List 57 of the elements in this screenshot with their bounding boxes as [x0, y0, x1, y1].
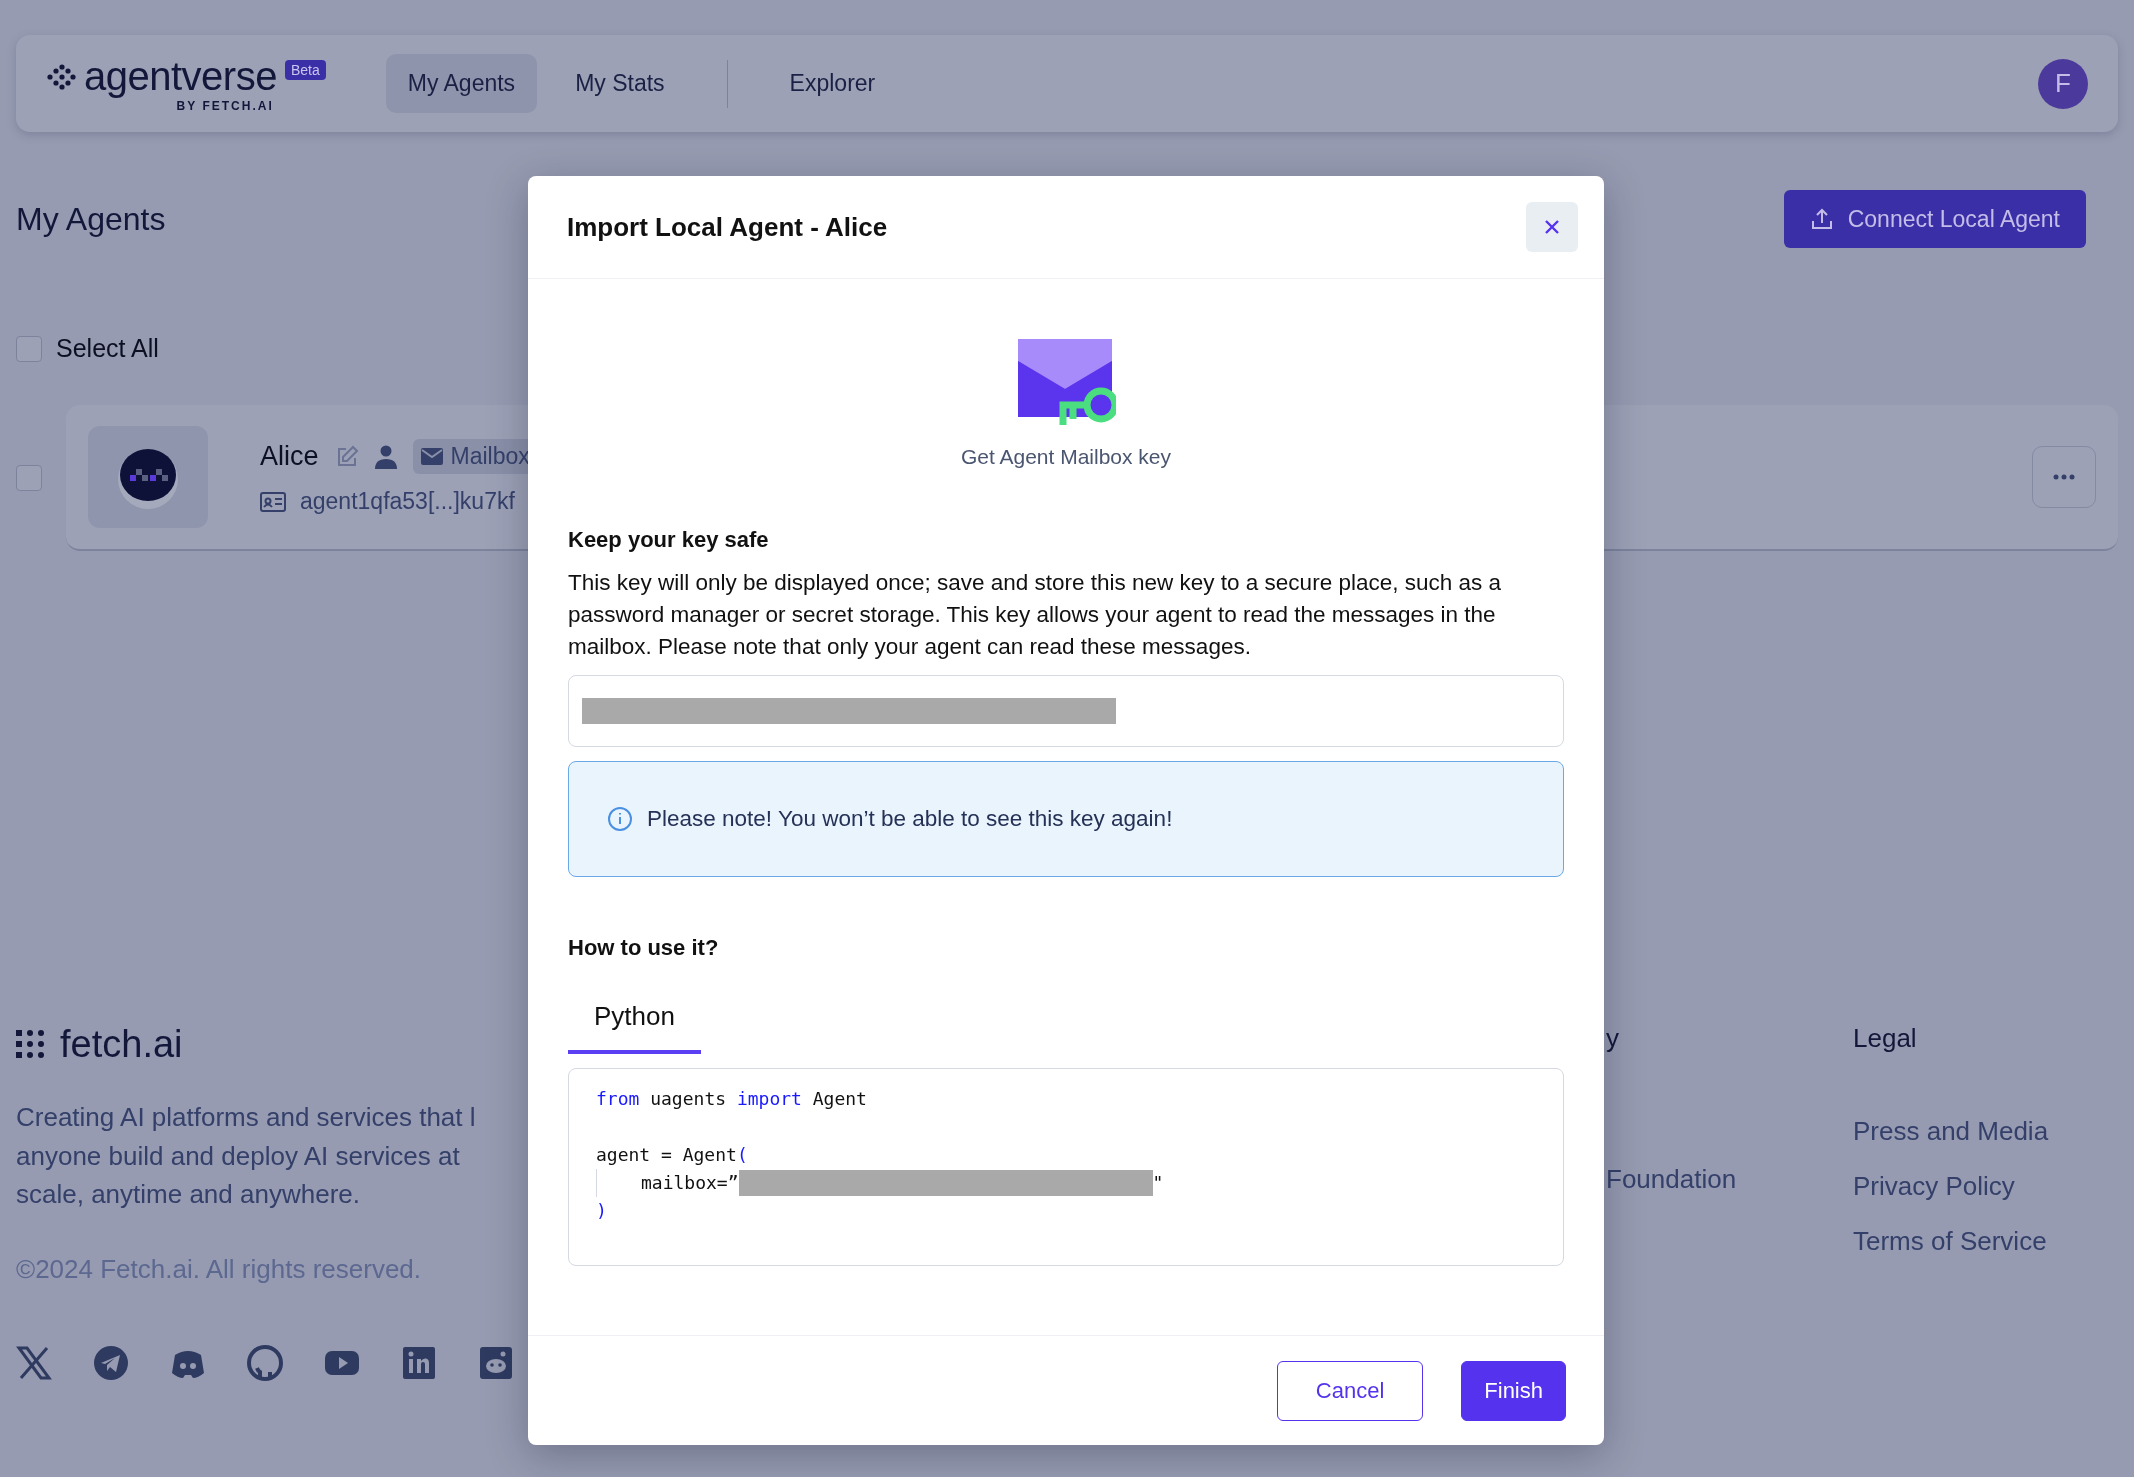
- nav-link[interactable]: My Stats: [553, 54, 687, 113]
- logo-icon: [16, 1029, 46, 1060]
- code-text: ): [596, 1199, 607, 1223]
- finish-button[interactable]: Finish: [1461, 1360, 1566, 1421]
- footer-column-heading: Legal: [1853, 1023, 1918, 1054]
- agent-address: agent1qfa53[...]ku7kf: [300, 488, 515, 515]
- telegram-icon[interactable]: [93, 1344, 129, 1381]
- key-field[interactable]: [568, 675, 1564, 747]
- code-text: agent = Agent: [596, 1143, 737, 1167]
- code-text: import: [736, 1087, 802, 1111]
- select-all-label: Select All: [56, 334, 159, 363]
- ellipsis-icon: [2053, 474, 2075, 480]
- upload-icon: [1809, 207, 1834, 231]
- footer-link[interactable]: Terms of Service: [1853, 1226, 2049, 1257]
- reddit-icon[interactable]: [478, 1344, 514, 1381]
- footer-link[interactable]: Press and Media: [1853, 1116, 2049, 1147]
- footer-link[interactable]: Privacy Policy: [1853, 1171, 2049, 1202]
- github-icon[interactable]: [247, 1344, 283, 1381]
- x-icon[interactable]: [16, 1344, 52, 1381]
- footer-logo-text: fetch.ai: [60, 1023, 183, 1066]
- code-text: Agent: [811, 1087, 867, 1111]
- footer-column-heading: y: [1606, 1023, 1620, 1054]
- code-text: mailbox=”: [641, 1171, 739, 1195]
- id-card-icon: [260, 491, 286, 512]
- section-title: How to use it?: [568, 935, 720, 961]
- beta-badge: Beta: [284, 60, 326, 80]
- footer-tagline: Creating AI platforms and services that l anyone build and deploy AI services at scale, anytime and anywhere.: [16, 1101, 477, 1211]
- nav-link[interactable]: Explorer: [767, 54, 898, 113]
- agent-checkbox[interactable]: [16, 465, 42, 491]
- logo-text: agentverse: [84, 54, 277, 99]
- logo-icon: [46, 62, 76, 91]
- language-tab[interactable]: Python: [568, 991, 701, 1054]
- person-icon: [374, 444, 397, 469]
- connect-local-agent-button[interactable]: Connect Local Agent: [1783, 190, 2086, 248]
- close-button[interactable]: [1526, 202, 1578, 252]
- select-all-checkbox[interactable]: [16, 335, 42, 362]
- footer-link[interactable]: Foundation: [1606, 1164, 1856, 1195]
- copyright-text: ©2024 Fetch.ai. All rights reserved.: [16, 1253, 423, 1285]
- linkedin-icon[interactable]: [401, 1344, 437, 1381]
- code-text: ": [1152, 1171, 1164, 1195]
- dialog-title: Import Local Agent - Alice: [567, 211, 888, 243]
- agent-name: Alice: [260, 441, 319, 472]
- info-icon: [607, 806, 633, 832]
- code-text: (: [736, 1143, 748, 1167]
- key-description: This key will only be displayed once; save and store this new key to a secure place, such as a password manager or secret storage. This key allows your agent to read the messages in the mailbox. Please note that only your agent can read these messages.: [568, 569, 1502, 661]
- code-text: uagents: [649, 1087, 728, 1111]
- code-text: from: [596, 1087, 640, 1111]
- user-avatar[interactable]: F: [2038, 58, 2088, 109]
- illustration-caption: Get Agent Mailbox key: [960, 445, 1172, 469]
- section-title: Keep your key safe: [568, 527, 770, 553]
- page-title: My Agents: [16, 200, 166, 238]
- notice-text: Please note! You won’t be able to see this key again!: [647, 806, 1173, 832]
- cancel-button[interactable]: Cancel: [1276, 1360, 1424, 1421]
- logo-byline: BY FETCH.AI: [176, 99, 274, 113]
- nav-link[interactable]: My Agents: [385, 54, 538, 113]
- envelope-icon: [420, 448, 443, 465]
- close-icon: [1544, 219, 1560, 235]
